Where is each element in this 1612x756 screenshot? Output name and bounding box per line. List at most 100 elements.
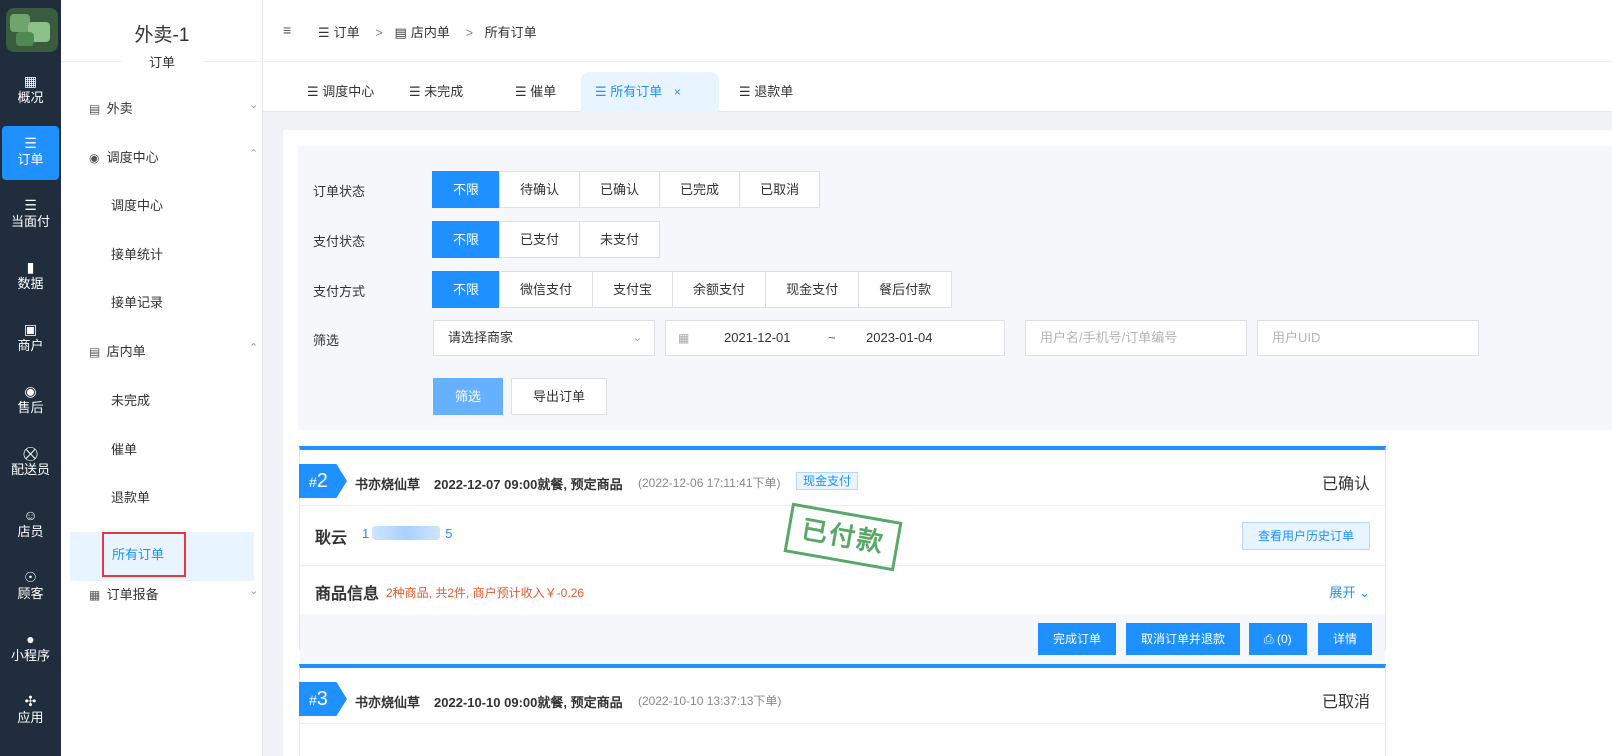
order-status-cancelled[interactable]: 已取消: [739, 171, 821, 208]
pay-status-all[interactable]: 不限: [432, 221, 501, 258]
filter-button[interactable]: 筛选: [433, 378, 503, 415]
pay-method-label: 支付方式: [313, 284, 366, 299]
pay-status-paid[interactable]: 已支付: [499, 221, 581, 258]
rail-item-overview[interactable]: ▦ 概况: [2, 64, 59, 118]
user-avatar[interactable]: [6, 8, 58, 52]
cancel-refund-button[interactable]: 取消订单并退款: [1126, 623, 1241, 655]
rail-item-data[interactable]: ▮ 数据: [2, 250, 59, 304]
tab-refunds[interactable]: ☰ 退款单: [725, 72, 807, 112]
order-created-time: (2022-12-06 17:11:41下单): [638, 476, 781, 490]
breadcrumb-separator: >: [465, 25, 474, 40]
pay-method-after-meal[interactable]: 餐后付款: [858, 271, 953, 308]
menu-group-dinein[interactable]: ▤ 店内单 ⌃: [89, 341, 258, 360]
details-button[interactable]: 详情: [1318, 623, 1373, 655]
wechat-icon: ●: [26, 631, 35, 647]
uid-input[interactable]: 用户UID: [1257, 320, 1479, 356]
pay-status-unpaid[interactable]: 未支付: [579, 221, 661, 258]
dashboard-icon: ▦: [23, 73, 38, 89]
list-icon: ☰: [409, 84, 421, 99]
tab-bar: ☰ 调度中心 ☰ 未完成 ☰ 催单 ☰ 所有订单 × ☰ 退款单: [263, 62, 1612, 112]
goods-row: 商品信息 2种商品, 共2件, 商户预计收入￥-0.26 展开 ⌄: [300, 566, 1385, 614]
rail-item-apps[interactable]: ✣ 应用: [2, 684, 59, 738]
rail-item-merchant[interactable]: ▣ 商户: [2, 312, 59, 366]
pay-method-group: 不限 微信支付 支付宝 余额支付 现金支付 餐后付款: [432, 271, 953, 308]
menu-group-takeout[interactable]: ▤ 外卖 ⌄: [89, 98, 258, 117]
rail-item-courier[interactable]: ⛒ 配送员: [2, 436, 59, 490]
export-orders-button[interactable]: 导出订单: [511, 378, 607, 415]
date-start[interactable]: 2021-12-01: [724, 321, 791, 355]
pay-method-cash[interactable]: 现金支付: [765, 271, 860, 308]
menu-item-unfinished[interactable]: 未完成: [111, 390, 150, 409]
close-icon[interactable]: ×: [674, 85, 681, 99]
complete-order-button[interactable]: 完成订单: [1038, 623, 1117, 655]
order-created-time: (2022-10-10 13:37:13下单): [638, 694, 782, 708]
pay-method-tag: 现金支付: [796, 472, 859, 490]
printer-icon: ⎙: [1264, 632, 1274, 646]
rail-item-miniprogram[interactable]: ● 小程序: [2, 622, 59, 676]
goods-title: 商品信息: [315, 586, 380, 603]
chevron-down-icon: ⌄: [249, 585, 259, 597]
keyword-input[interactable]: 用户名/手机号/订单编号: [1025, 320, 1247, 356]
customer-name: 耿云: [315, 530, 348, 547]
location-icon: ◉: [89, 151, 100, 165]
order-status-pending[interactable]: 待确认: [499, 171, 581, 208]
phone-mask: [372, 526, 440, 540]
order-status-all[interactable]: 不限: [432, 171, 501, 208]
menu-item-accept-stats[interactable]: 接单统计: [111, 244, 163, 263]
filter-label: 筛选: [313, 333, 340, 348]
delivery-icon: ⛒: [23, 445, 38, 461]
menu-item-urge[interactable]: 催单: [111, 439, 137, 458]
view-history-button[interactable]: 查看用户历史订单: [1241, 522, 1370, 550]
order-shop-name: 书亦烧仙草: [355, 477, 421, 492]
tab-all-orders[interactable]: ☰ 所有订单 ×: [581, 72, 719, 112]
staff-icon: ☺: [23, 507, 38, 523]
calendar-icon: ▦: [678, 331, 690, 345]
secondary-sidebar: 外卖-1 订单 ▤ 外卖 ⌄ ◉ 调度中心 ⌃ 调度中心 接单统计 接单记录 ▤…: [61, 0, 263, 756]
chevron-down-icon: ⌄: [249, 99, 259, 111]
pay-method-wechat[interactable]: 微信支付: [499, 271, 594, 308]
collapse-menu-icon[interactable]: ≡: [283, 22, 291, 38]
rail-item-staff[interactable]: ☺ 店员: [2, 498, 59, 552]
breadcrumb-orders[interactable]: 订单: [334, 25, 360, 40]
date-range-picker[interactable]: ▦ 2021-12-01 ~ 2023-01-04: [665, 320, 1005, 356]
print-button[interactable]: ⎙ (0): [1249, 623, 1307, 655]
headset-icon: ◉: [24, 383, 37, 399]
tab-dispatch-center[interactable]: ☰ 调度中心: [293, 72, 388, 112]
pay-method-alipay[interactable]: 支付宝: [592, 271, 674, 308]
order-status-label: 订单状态: [313, 184, 366, 199]
tab-unfinished[interactable]: ☰ 未完成: [395, 72, 477, 112]
pay-method-all[interactable]: 不限: [432, 271, 501, 308]
date-end[interactable]: 2023-01-04: [866, 321, 933, 355]
order-shop-name: 书亦烧仙草: [355, 695, 421, 710]
menu-group-dispatch[interactable]: ◉ 调度中心 ⌃: [89, 147, 258, 166]
list-icon: ☰: [24, 135, 37, 151]
expand-button[interactable]: 展开 ⌄: [1329, 582, 1370, 601]
rail-item-orders[interactable]: ☰ 订单: [2, 126, 59, 180]
list-icon: ☰: [595, 84, 607, 99]
order-status-confirmed[interactable]: 已确认: [579, 171, 661, 208]
rail-item-aftersale[interactable]: ◉ 售后: [2, 374, 59, 428]
chevron-down-icon: ⌄: [1359, 585, 1370, 600]
breadcrumb-dinein[interactable]: 店内单: [411, 25, 450, 40]
bar-chart-icon: ▮: [26, 259, 35, 275]
chevron-down-icon: ⌄: [632, 332, 642, 344]
pay-method-balance[interactable]: 余额支付: [672, 271, 767, 308]
rail-item-customer[interactable]: ☉ 顾客: [2, 560, 59, 614]
merchant-select[interactable]: 请选择商家 ⌄: [433, 320, 655, 356]
menu-item-accept-records[interactable]: 接单记录: [111, 292, 163, 311]
menu-item-all-orders[interactable]: 所有订单: [102, 532, 186, 577]
rail-item-face-pay[interactable]: ☰ 当面付: [2, 188, 59, 242]
sidebar-section-title: 订单: [61, 52, 263, 71]
list-icon: ☰: [307, 84, 319, 99]
menu-item-dispatch-center[interactable]: 调度中心: [111, 195, 163, 214]
tab-urge[interactable]: ☰ 催单: [501, 72, 570, 112]
order-status-group: 不限 待确认 已确认 已完成 已取消: [432, 171, 821, 208]
apps-icon: ✣: [24, 693, 37, 709]
document-icon: ▤: [394, 25, 407, 40]
order-status-completed[interactable]: 已完成: [659, 171, 741, 208]
document-icon: ▤: [89, 345, 101, 359]
menu-group-order-report[interactable]: ▦ 订单报备 ⌄: [89, 584, 258, 603]
store-icon: ▣: [23, 321, 38, 337]
menu-item-refunds[interactable]: 退款单: [111, 487, 150, 506]
order-card: #2 书亦烧仙草 2022-12-07 09:00就餐, 预定商品 (2022-…: [299, 446, 1386, 664]
